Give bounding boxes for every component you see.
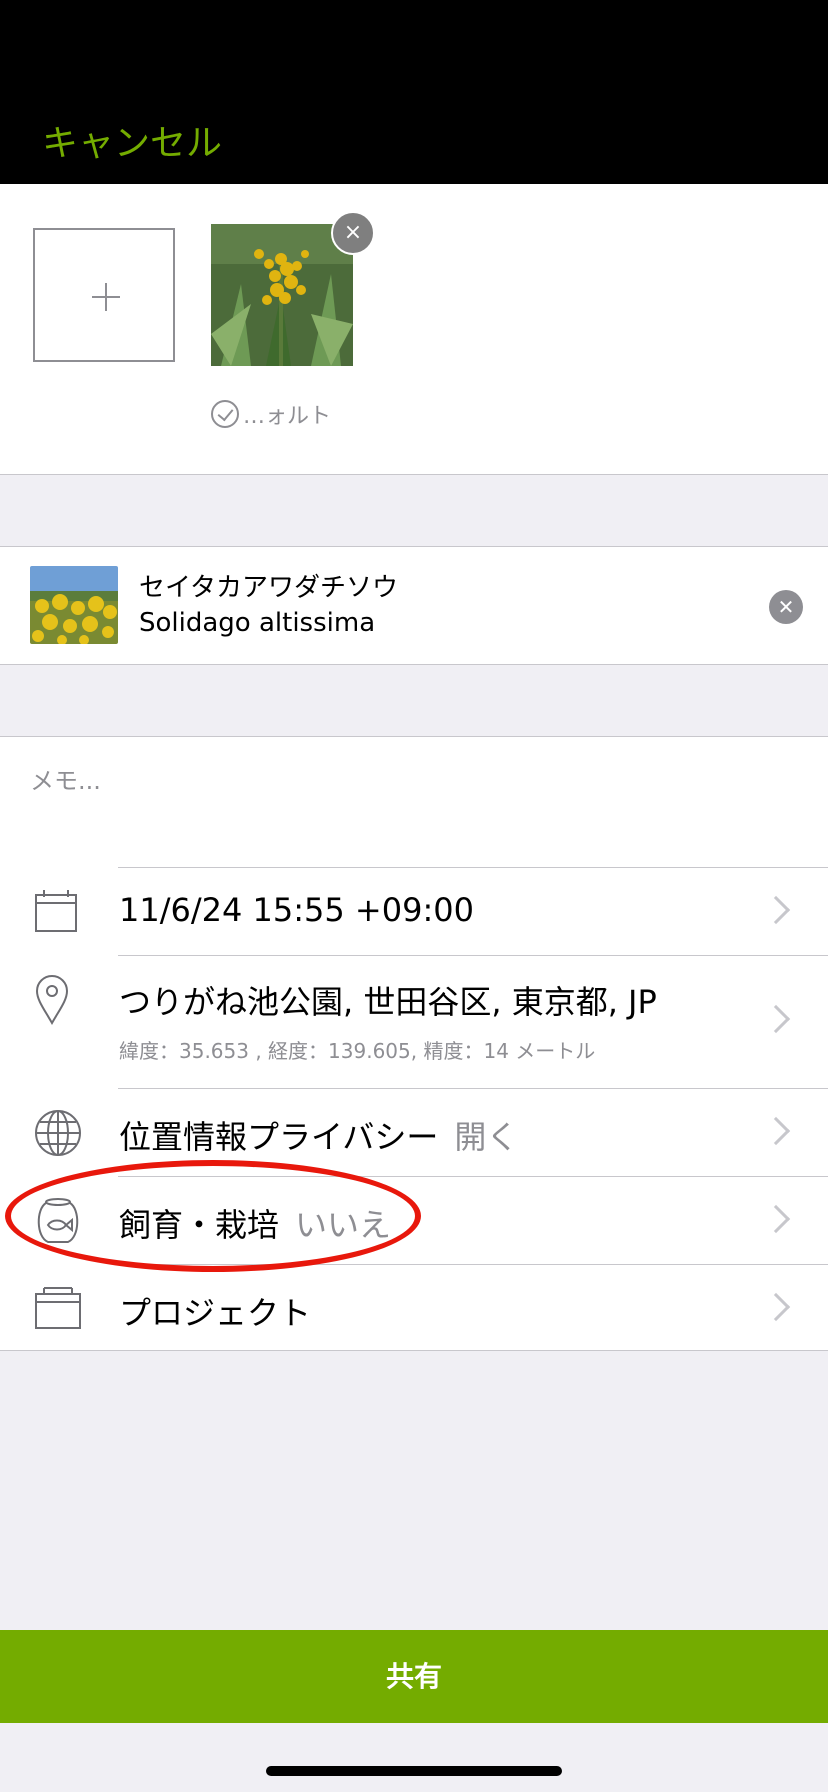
memo-field[interactable]: メモ... — [30, 761, 101, 796]
share-button[interactable]: 共有 — [0, 1630, 828, 1723]
photo-thumbnail[interactable] — [211, 224, 353, 366]
taxon-photo — [30, 566, 118, 644]
default-photo-indicator[interactable]: …ォルト — [211, 396, 331, 432]
highlight-annotation-ellipse — [5, 1160, 421, 1272]
chevron-right-icon — [761, 1204, 791, 1234]
taxon-scientific-name: Solidago altissima — [139, 608, 376, 638]
globe-icon — [35, 1110, 81, 1156]
taxon-image — [30, 566, 118, 644]
location-privacy-label: 位置情報プライバシー 開く — [119, 1118, 519, 1156]
location-pin-icon — [35, 975, 69, 1025]
divider — [118, 1088, 828, 1089]
location-privacy-value: 開く — [454, 1118, 519, 1156]
datetime-value: 11/6/24 15:55 +09:00 — [119, 891, 474, 929]
datetime-row[interactable]: 11/6/24 15:55 +09:00 — [0, 867, 828, 955]
chevron-right-icon — [761, 1292, 791, 1322]
taxon-row[interactable]: セイタカアワダチソウ Solidago altissima ✕ — [0, 546, 828, 665]
cancel-button[interactable]: キャンセル — [42, 114, 222, 166]
plant-photo-image — [211, 224, 353, 366]
location-privacy-row[interactable]: 位置情報プライバシー 開く — [0, 1088, 828, 1176]
projects-label: プロジェクト — [119, 1294, 312, 1332]
divider — [118, 955, 828, 956]
location-coordinates: 緯度：35.653 , 経度：139.605, 精度：14 メートル — [119, 1039, 596, 1063]
location-row[interactable]: つりがね池公園, 世田谷区, 東京都, JP 緯度：35.653 , 経度：13… — [0, 955, 828, 1088]
remove-photo-button[interactable]: × — [331, 211, 375, 255]
chevron-right-icon — [761, 1116, 791, 1146]
close-icon: × — [343, 220, 363, 245]
top-bar: キャンセル — [0, 0, 828, 184]
photos-section: × …ォルト — [0, 184, 828, 475]
calendar-icon — [35, 890, 77, 932]
default-photo-label: …ォルト — [243, 404, 332, 429]
location-name: つりがね池公園, 世田谷区, 東京都, JP — [119, 983, 657, 1021]
checkmark-circle-icon — [211, 400, 239, 428]
add-photo-button[interactable] — [33, 228, 175, 362]
clear-taxon-button[interactable]: ✕ — [769, 590, 803, 624]
chevron-right-icon — [761, 895, 791, 925]
projects-row[interactable]: プロジェクト — [0, 1264, 828, 1352]
taxon-common-name: セイタカアワダチソウ — [139, 573, 398, 603]
divider — [118, 867, 828, 868]
home-indicator — [266, 1766, 562, 1776]
briefcase-icon — [35, 1287, 81, 1329]
chevron-right-icon — [761, 1004, 791, 1034]
close-icon: ✕ — [777, 595, 795, 619]
